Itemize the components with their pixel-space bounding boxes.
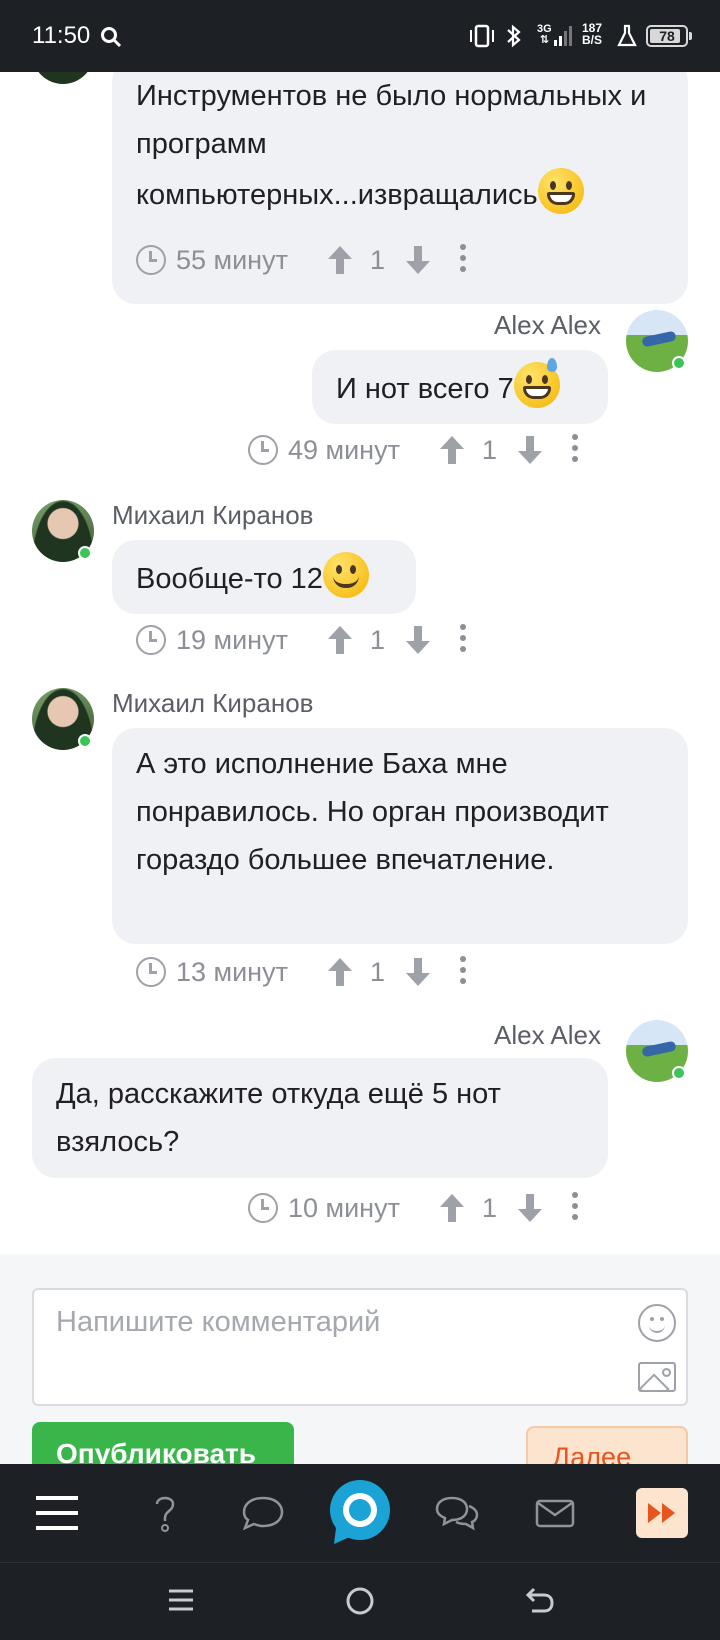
comment-input[interactable]: Напишите комментарий	[32, 1288, 688, 1406]
upvote-icon[interactable]	[326, 624, 354, 656]
network-type: 3G ⇅	[537, 23, 552, 46]
comment-time: 13 минут	[176, 957, 288, 987]
comment-text: Да, расскажите откуда ещё 5 нот взялось?	[56, 1078, 501, 1158]
downvote-icon[interactable]	[404, 244, 432, 276]
status-time: 11:50	[32, 22, 91, 49]
slightly-smiling-face-icon	[322, 552, 369, 598]
comment-time: 49 минут	[288, 435, 400, 465]
downvote-icon[interactable]	[516, 434, 544, 466]
grinning-face-icon	[537, 168, 584, 214]
emoji-icon[interactable]	[638, 1304, 676, 1342]
upvote-icon[interactable]	[326, 956, 354, 988]
online-indicator	[672, 356, 686, 370]
upvote-icon[interactable]	[438, 1192, 466, 1224]
comment-bubble: И нот всего 7	[312, 350, 608, 424]
vote-count: 1	[370, 625, 386, 655]
upvote-icon[interactable]	[438, 434, 466, 466]
back-icon[interactable]	[524, 1585, 556, 1617]
more-options-icon[interactable]	[460, 624, 466, 657]
comment-time: 55 минут	[176, 245, 288, 275]
bottom-tab-bar	[0, 1464, 720, 1562]
signal-icon	[554, 26, 572, 46]
clock-icon	[136, 245, 166, 275]
comment-bubble: А это исполнение Баха мне понравилось. Н…	[112, 728, 688, 944]
vote-count: 1	[482, 435, 498, 465]
comment-text: Вообще-то 12	[136, 563, 323, 595]
clock-icon	[248, 435, 278, 465]
recent-apps-icon[interactable]	[166, 1585, 196, 1615]
mail-icon[interactable]	[530, 1488, 580, 1538]
network-speed: 187 B/S	[582, 21, 603, 47]
vote-count: 1	[370, 245, 386, 275]
vote-count: 1	[370, 957, 386, 987]
chat-icon[interactable]	[432, 1488, 482, 1538]
home-logo-icon[interactable]	[326, 1478, 394, 1546]
comment-author[interactable]: Михаил Киранов	[112, 688, 314, 719]
more-options-icon[interactable]	[460, 244, 466, 277]
downvote-icon[interactable]	[404, 956, 432, 988]
comments-list[interactable]: Инструментов не было нормальных и програ…	[0, 72, 720, 1254]
comment-meta: 19 минут 1	[136, 620, 476, 660]
menu-icon[interactable]	[32, 1488, 82, 1538]
downvote-icon[interactable]	[516, 1192, 544, 1224]
comment-text: А это исполнение Баха мне понравилось. Н…	[136, 748, 609, 876]
help-icon[interactable]	[140, 1488, 190, 1538]
battery-icon: 78	[646, 25, 692, 47]
comment-placeholder: Напишите комментарий	[56, 1306, 381, 1338]
comment-text: И нот всего 7	[336, 373, 514, 405]
comment-author[interactable]: Alex Alex	[494, 310, 601, 341]
more-options-icon[interactable]	[572, 1192, 578, 1225]
fast-forward-icon	[648, 1503, 675, 1523]
avatar[interactable]	[32, 72, 94, 84]
fast-forward-button[interactable]	[636, 1488, 688, 1538]
more-options-icon[interactable]	[460, 956, 466, 989]
flask-icon	[617, 24, 637, 47]
clock-icon	[136, 625, 166, 655]
comment-composer: Напишите комментарий Опубликовать Далее	[0, 1254, 720, 1498]
comment-author[interactable]: Alex Alex	[494, 1020, 601, 1051]
comment-meta: 49 минут 1	[248, 430, 588, 470]
online-indicator	[78, 546, 92, 560]
system-navigation-bar	[0, 1562, 720, 1640]
bluetooth-icon	[507, 24, 521, 48]
grinning-sweat-face-icon	[513, 358, 560, 408]
comment-time: 19 минут	[176, 625, 288, 655]
comment-author[interactable]: Михаил Киранов	[112, 500, 314, 531]
more-options-icon[interactable]	[572, 434, 578, 467]
comment-time: 10 минут	[288, 1193, 400, 1223]
search-icon	[101, 27, 122, 48]
image-icon[interactable]	[638, 1362, 676, 1392]
comment-icon[interactable]	[238, 1488, 288, 1538]
clock-icon	[248, 1193, 278, 1223]
upvote-icon[interactable]	[326, 244, 354, 276]
comment-bubble: Да, расскажите откуда ещё 5 нот взялось?	[32, 1058, 608, 1178]
status-bar: 11:50 3G ⇅ 187 B/S 78	[0, 0, 720, 72]
online-indicator	[672, 1066, 686, 1080]
clock-icon	[136, 957, 166, 987]
vibrate-icon	[470, 24, 494, 48]
comment-meta: 13 минут 1	[136, 952, 476, 992]
comment-meta: 55 минут 1	[136, 240, 476, 280]
home-icon[interactable]	[344, 1585, 376, 1617]
vote-count: 1	[482, 1193, 498, 1223]
downvote-icon[interactable]	[404, 624, 432, 656]
online-indicator	[78, 734, 92, 748]
comment-bubble: Вообще-то 12	[112, 540, 416, 614]
comment-meta: 10 минут 1	[248, 1188, 588, 1228]
